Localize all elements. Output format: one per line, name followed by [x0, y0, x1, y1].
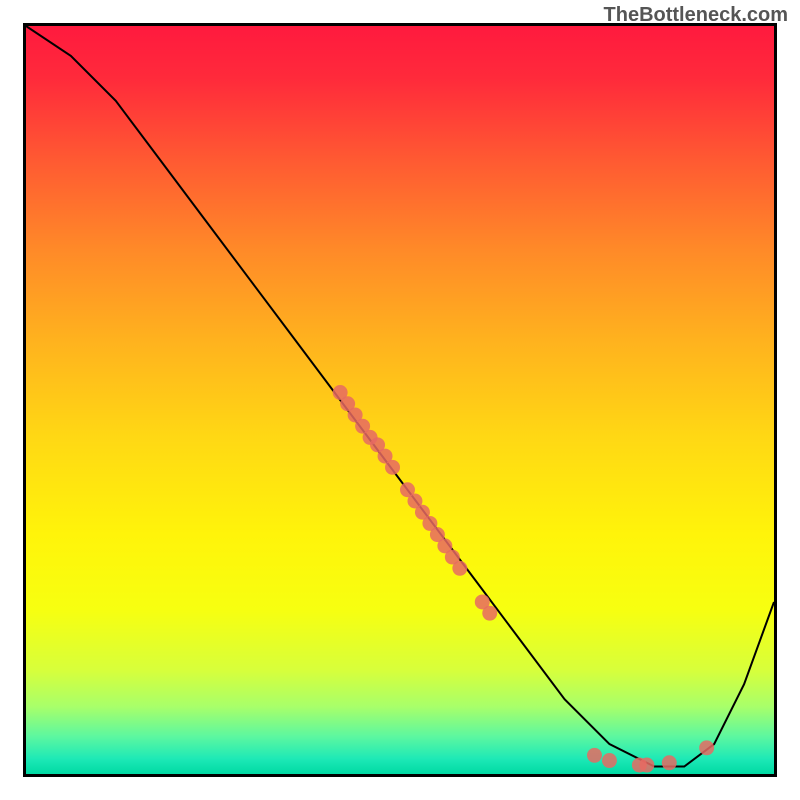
chart-plot-area: [23, 23, 777, 777]
chart-data-point: [699, 740, 714, 755]
chart-data-points: [333, 385, 714, 772]
chart-data-point: [587, 748, 602, 763]
watermark-text: TheBottleneck.com: [604, 4, 788, 27]
chart-data-point: [385, 460, 400, 475]
chart-data-point: [662, 755, 677, 770]
chart-data-point: [482, 606, 497, 621]
chart-data-point: [452, 561, 467, 576]
chart-data-point: [639, 758, 654, 773]
chart-curve: [26, 26, 774, 767]
chart-data-point: [602, 753, 617, 768]
chart-overlay: [26, 26, 774, 774]
